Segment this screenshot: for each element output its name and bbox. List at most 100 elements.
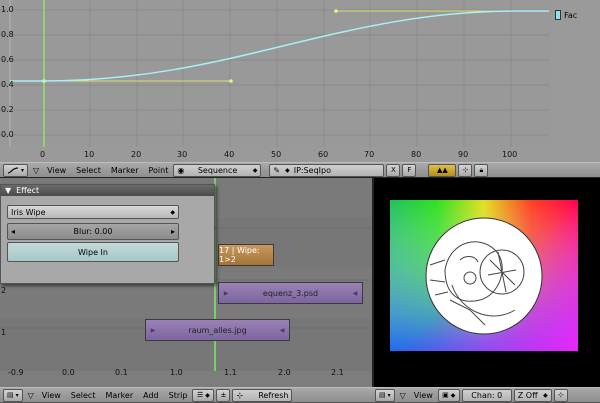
sequencer-preview[interactable] bbox=[372, 178, 600, 387]
fac-curve[interactable] bbox=[10, 10, 549, 82]
sequencer-timeline[interactable]: 3 2 1 17 | Wipe: 1>2 ▶ equenz_3.psd ◀ ▶ … bbox=[0, 178, 372, 371]
ipo-type-label: Sequence bbox=[197, 165, 238, 175]
increment-arrow-icon[interactable]: ▸ bbox=[171, 227, 175, 236]
strip-label: raum_alles.jpg bbox=[188, 325, 247, 335]
zoom-select[interactable]: Z Off ◆ bbox=[513, 388, 552, 402]
pin-icon[interactable]: ⊹ bbox=[553, 388, 568, 402]
editor-type-button[interactable]: ▾ bbox=[3, 163, 29, 177]
ipo-block-field[interactable]: ✎ ◆ IP:SeqIpo bbox=[269, 163, 385, 177]
fake-user-button[interactable]: F bbox=[402, 163, 417, 177]
eye-icon: ◉ bbox=[177, 165, 185, 175]
menu-view[interactable]: View bbox=[37, 391, 66, 400]
area-divider[interactable] bbox=[0, 177, 600, 178]
view-mode-select[interactable]: ☰ ◆ bbox=[192, 388, 215, 402]
y-tick-label: 0.0 bbox=[1, 130, 14, 139]
x-tick-label: 80 bbox=[411, 150, 422, 159]
x-tick-label: 0.0 bbox=[62, 368, 75, 377]
decrement-arrow-icon[interactable]: ◂ bbox=[11, 227, 15, 236]
x-tick-label: 20 bbox=[131, 150, 142, 159]
ipo-grid bbox=[0, 0, 549, 147]
menu-select[interactable]: Select bbox=[66, 391, 101, 400]
y-tick-label: 1.0 bbox=[1, 5, 14, 14]
sequencer-editor-icon: ▤ bbox=[7, 391, 14, 399]
ipo-header: ▾ ▽ View Select Marker Point ◉ Sequence … bbox=[0, 162, 600, 178]
strip-handle-right-icon[interactable]: ◀ bbox=[278, 320, 286, 340]
collapse-menu-icon[interactable]: ▽ bbox=[30, 166, 42, 175]
strip-image-sequence[interactable]: ▶ equenz_3.psd ◀ bbox=[218, 282, 363, 304]
x-tick-label: 10 bbox=[84, 150, 95, 159]
menu-add[interactable]: Add bbox=[138, 391, 164, 400]
menu-select[interactable]: Select bbox=[71, 166, 106, 175]
sequencer-editor: 3 2 1 17 | Wipe: 1>2 ▶ equenz_3.psd ◀ ▶ … bbox=[0, 178, 372, 387]
editor-type-button[interactable]: ▤ ▾ bbox=[375, 388, 395, 402]
ipo-editor: 1.0 0.8 0.6 0.4 0.2 0.0 0 10 20 30 40 50… bbox=[0, 0, 600, 162]
x-tick-label: 60 bbox=[318, 150, 329, 159]
x-tick-label: 0.1 bbox=[115, 368, 128, 377]
area-divider[interactable] bbox=[372, 178, 374, 403]
collapse-triangle-icon[interactable]: ▼ bbox=[5, 186, 11, 195]
wipe-in-toggle[interactable]: Wipe In bbox=[7, 242, 179, 262]
strip-label: equenz_3.psd bbox=[262, 288, 319, 298]
menu-point[interactable]: Point bbox=[144, 166, 174, 175]
x-tick-label: 50 bbox=[271, 150, 282, 159]
ipo-curve-svg[interactable] bbox=[0, 0, 549, 147]
collapse-menu-icon[interactable]: ▽ bbox=[397, 391, 409, 400]
effect-panel-header[interactable]: ▼ Effect bbox=[1, 185, 214, 196]
effect-type-select[interactable]: Iris Wipe ◆ bbox=[7, 205, 179, 219]
x-tick-label: 70 bbox=[364, 150, 375, 159]
strip-handle-left-icon[interactable]: ▶ bbox=[149, 320, 157, 340]
x-tick-label: 1.1 bbox=[224, 368, 237, 377]
y-tick-label: 0.6 bbox=[1, 55, 14, 64]
channel-number: 1 bbox=[1, 328, 7, 337]
x-tick-label: 100 bbox=[502, 150, 518, 159]
refresh-label: Refresh bbox=[258, 390, 289, 400]
sequencer-x-axis: -0.9 0.0 0.1 1.0 1.1 2.0 2.1 bbox=[0, 368, 372, 387]
channel-label: Fac bbox=[564, 10, 578, 20]
effect-panel-title: Effect bbox=[16, 186, 40, 195]
chevron-down-icon: ◆ bbox=[543, 391, 548, 399]
editor-type-button[interactable]: ▤ ▾ bbox=[3, 388, 23, 402]
ipo-curve-graph[interactable]: 1.0 0.8 0.6 0.4 0.2 0.0 bbox=[0, 0, 549, 147]
x-tick-label: 1.0 bbox=[170, 368, 183, 377]
menu-view[interactable]: View bbox=[42, 166, 71, 175]
display-mode-select[interactable]: ▣ ◆ bbox=[437, 388, 460, 402]
ipo-block-name: IP:SeqIpo bbox=[293, 165, 331, 175]
x-tick-label: 90 bbox=[458, 150, 469, 159]
y-tick-label: 0.4 bbox=[1, 80, 14, 89]
chan-label: Chan: 0 bbox=[471, 390, 503, 400]
pin-icon: ✎ bbox=[273, 165, 281, 175]
blur-slider[interactable]: ◂ Blur: 0.00 ▸ bbox=[7, 223, 179, 240]
ipo-channel-list: Fac bbox=[549, 0, 600, 162]
strip-wipe-effect[interactable]: 17 | Wipe: 1>2 bbox=[218, 244, 274, 266]
menu-strip[interactable]: Strip bbox=[164, 391, 193, 400]
x-tick-label: 30 bbox=[177, 150, 188, 159]
ipo-type-select[interactable]: ◉ Sequence ◆ bbox=[173, 163, 262, 177]
wipe-in-label: Wipe In bbox=[78, 247, 108, 257]
strip-handle-left-icon[interactable]: ▶ bbox=[222, 283, 230, 303]
lock-icon[interactable]: 🔒︎ bbox=[474, 163, 489, 177]
chevron-down-icon: ◆ bbox=[252, 166, 258, 174]
zoom-to-fit-icon[interactable]: ⊹ bbox=[458, 163, 473, 177]
ipo-x-axis: 0 10 20 30 40 50 60 70 80 90 100 bbox=[0, 147, 549, 162]
channel-fac[interactable]: Fac bbox=[555, 10, 577, 20]
menu-marker[interactable]: Marker bbox=[106, 166, 144, 175]
unlink-ipo-button[interactable]: X bbox=[386, 163, 401, 177]
menu-marker[interactable]: Marker bbox=[100, 391, 138, 400]
x-tick-label: 2.0 bbox=[278, 368, 291, 377]
sequencer-header: ▤ ▾ ▽ View Select Marker Add Strip ☰ ◆ ±… bbox=[0, 387, 372, 403]
collapse-menu-icon[interactable]: ▽ bbox=[25, 391, 37, 400]
channel-color-swatch[interactable] bbox=[555, 10, 561, 20]
strip-handle-right-icon[interactable]: ◀ bbox=[351, 283, 359, 303]
blur-value: Blur: 0.00 bbox=[73, 227, 113, 236]
effect-type-value: Iris Wipe bbox=[11, 207, 46, 217]
image-preview-icon: ▣ bbox=[442, 391, 449, 399]
chevron-down-icon: ◆ bbox=[170, 208, 175, 216]
menu-view[interactable]: View bbox=[409, 391, 438, 400]
zoom-horizontal-icon[interactable]: ± bbox=[216, 388, 231, 402]
lock-axis-icon[interactable]: ▲▲ bbox=[428, 163, 457, 177]
channel-number-field[interactable]: Chan: 0 bbox=[461, 388, 512, 402]
refresh-button[interactable]: ⊹ Refresh bbox=[232, 388, 293, 402]
ipo-editor-icon bbox=[7, 166, 19, 174]
zoom-label: Z Off bbox=[517, 390, 538, 400]
strip-image[interactable]: ▶ raum_alles.jpg ◀ bbox=[145, 319, 290, 341]
